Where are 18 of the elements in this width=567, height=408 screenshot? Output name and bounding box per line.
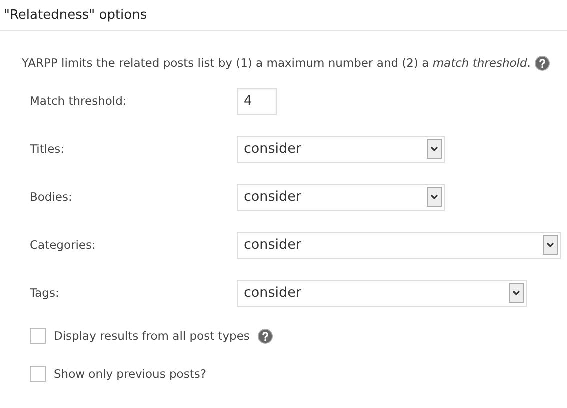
field-label: Tags: [30,286,60,300]
field-label: Titles: [30,142,66,156]
select-field[interactable]: consider [237,136,445,162]
select-field[interactable]: consider [237,232,561,258]
field-label: Bodies: [30,190,74,204]
section-title: "Relatedness" options [4,8,148,22]
field-label: Match threshold: [30,94,128,108]
checkbox[interactable] [30,366,46,382]
select-field[interactable]: consider [237,280,527,306]
checkbox-label: Display results from all post types [54,329,250,343]
select-field[interactable]: consider [237,184,445,210]
checkbox-label: Show only previous posts? [54,367,206,381]
threshold-input[interactable]: 4 [237,88,277,114]
help-icon[interactable] [258,328,273,344]
intro-text: YARPP limits the related posts list by (1) a maximum number and (2) a match threshold. [22,56,531,70]
field-label: Categories: [30,238,97,252]
help-icon[interactable] [534,56,550,70]
checkbox[interactable] [30,328,46,344]
